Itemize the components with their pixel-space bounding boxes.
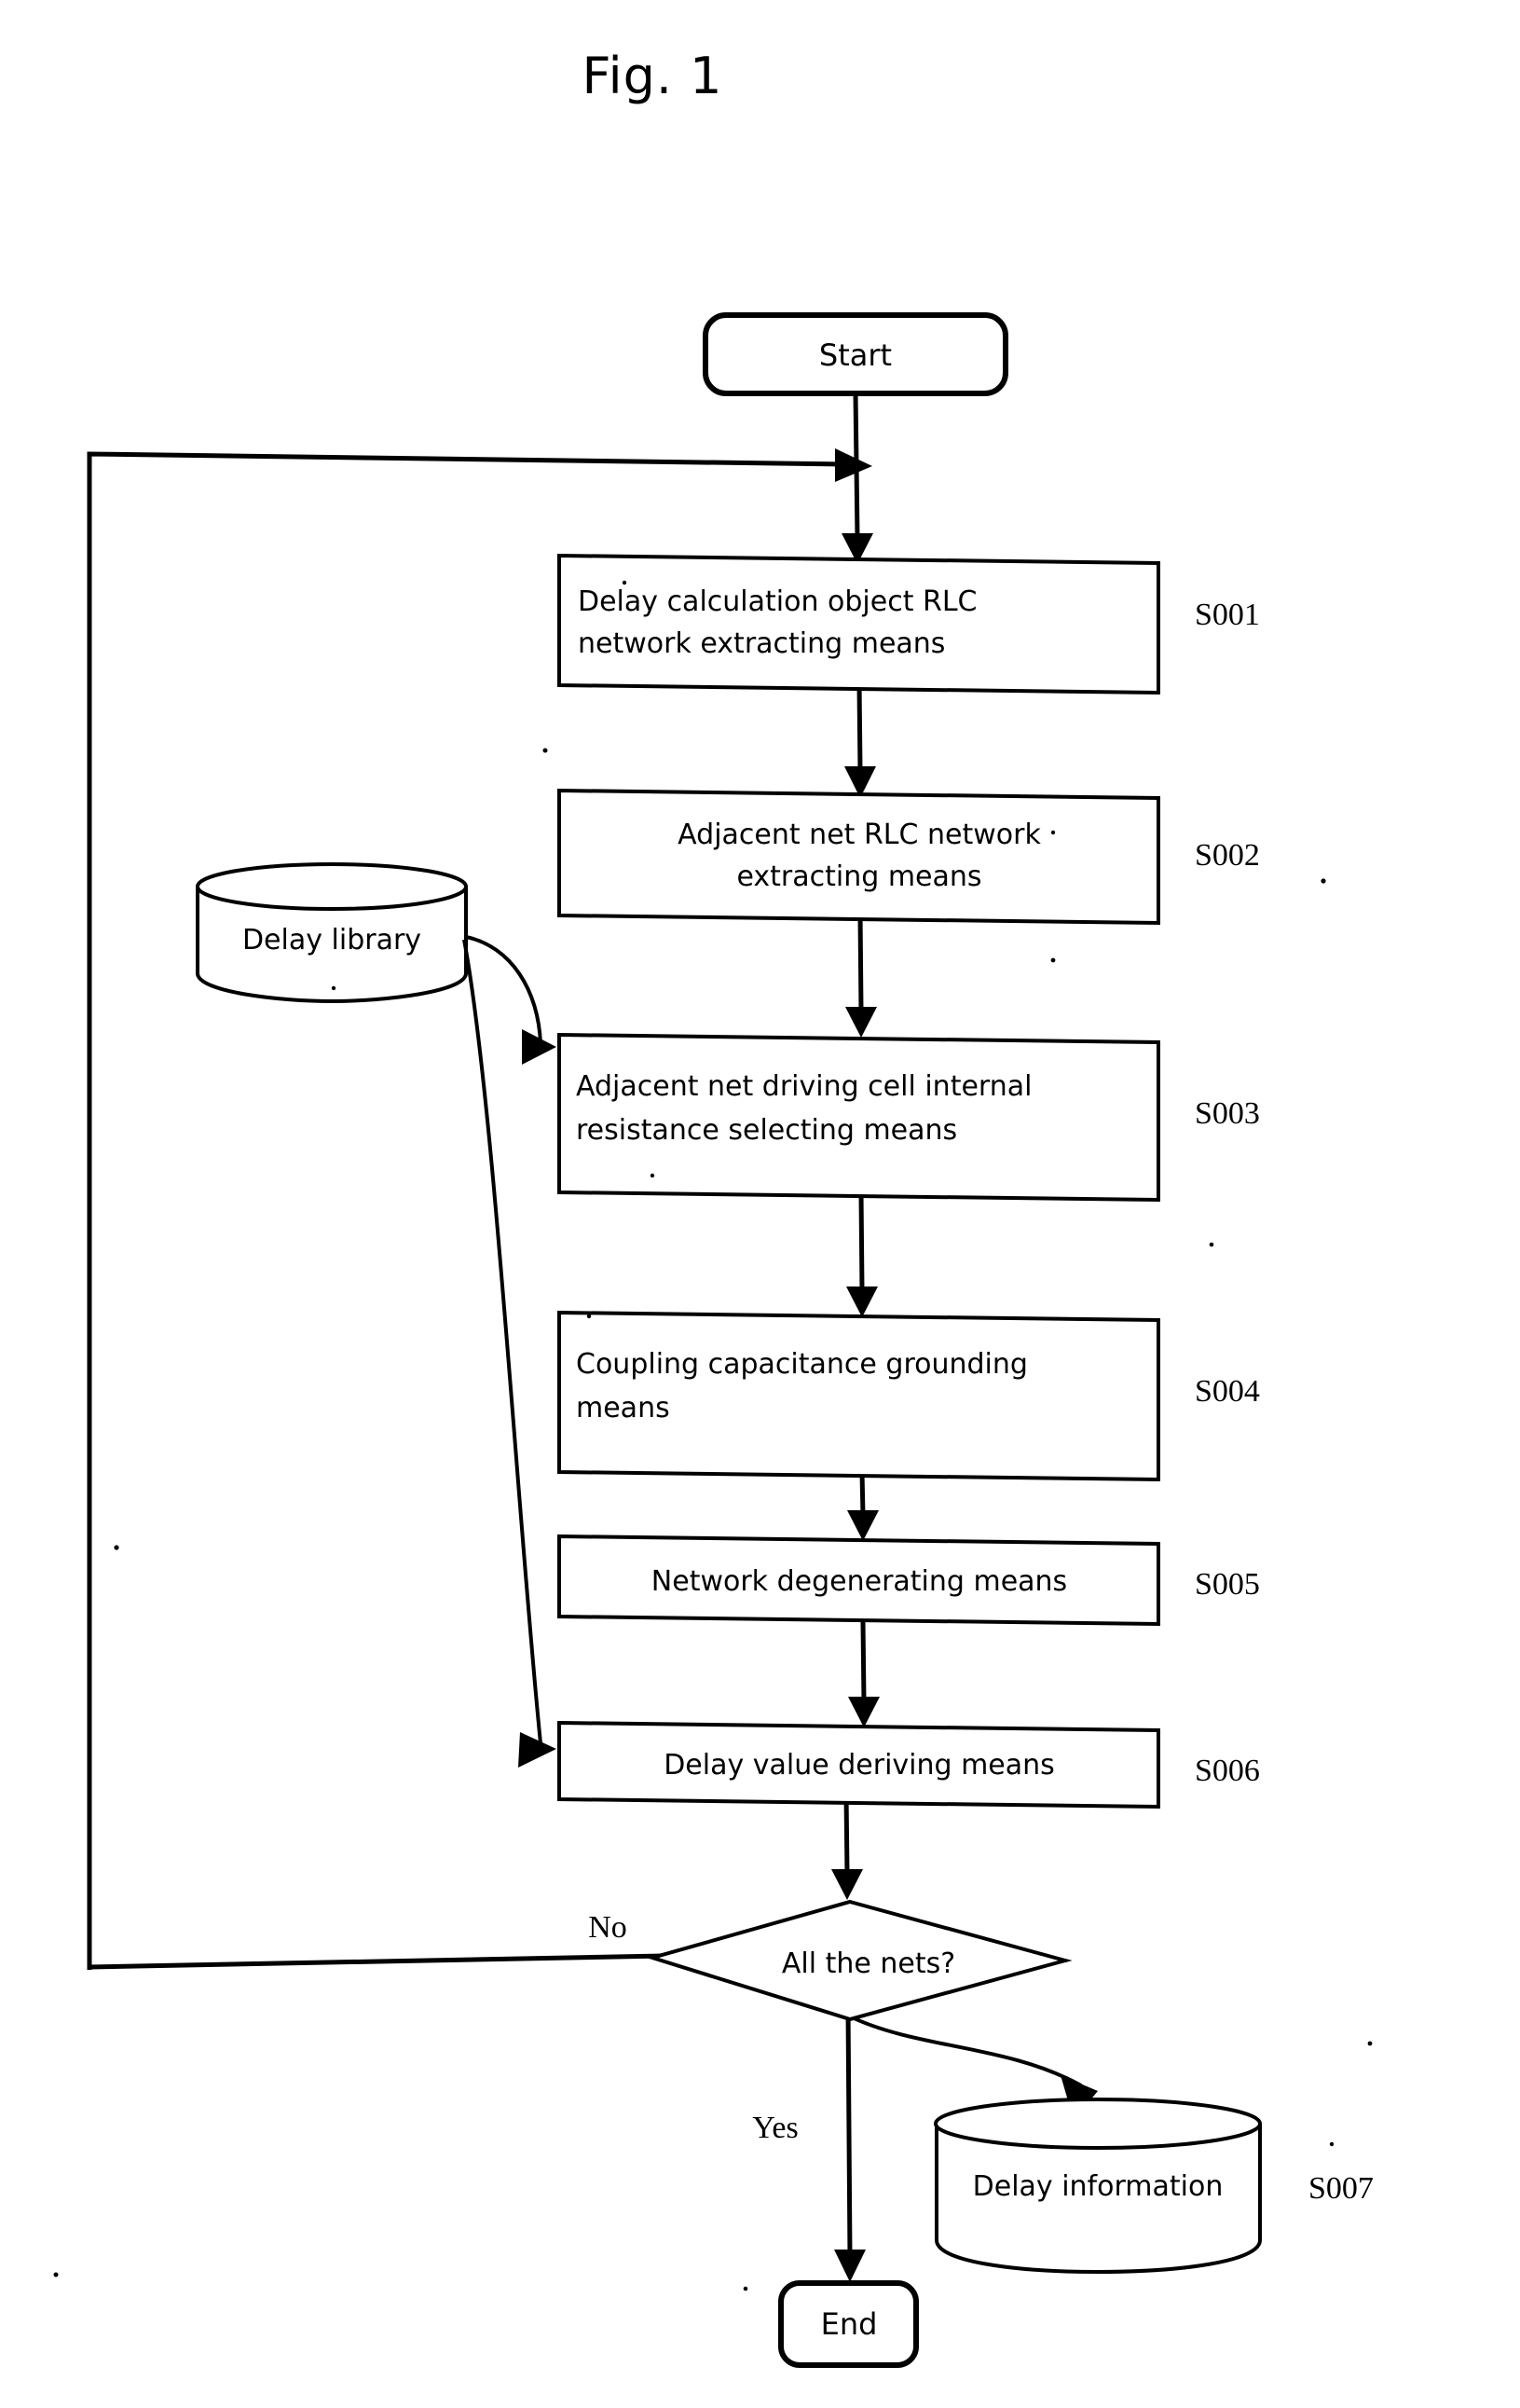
connector-decision-yes — [834, 2008, 866, 2282]
connector-s002-to-s003 — [845, 913, 877, 1038]
s003-step-label: S003 — [1195, 1096, 1260, 1131]
s007-label: Delay information — [973, 2170, 1224, 2203]
node-s006: Delay value deriving means S006 — [557, 1720, 1260, 1809]
connector-library-to-s006 — [462, 939, 556, 1768]
s001-step-label: S001 — [1195, 598, 1260, 632]
s003-line2: resistance selecting means — [576, 1114, 957, 1147]
s005-step-label: S005 — [1195, 1567, 1260, 1602]
end-label: End — [821, 2306, 878, 2342]
node-start: Start — [703, 312, 1008, 396]
s005-line1: Network degenerating means — [651, 1565, 1067, 1598]
node-s004: Coupling capacitance grounding means S00… — [557, 1310, 1260, 1482]
s007-step-label: S007 — [1308, 2171, 1374, 2206]
s003-line1: Adjacent net driving cell internal — [576, 1070, 1032, 1103]
node-s003: Adjacent net driving cell internal resis… — [557, 1032, 1260, 1203]
s006-step-label: S006 — [1195, 1754, 1260, 1788]
connector-start-to-s001 — [842, 392, 873, 564]
decision-label: All the nets? — [782, 1947, 955, 1980]
s002-line1: Adjacent net RLC network — [678, 819, 1041, 851]
connector-s004-to-s005 — [847, 1472, 879, 1541]
s002-step-label: S002 — [1195, 838, 1260, 873]
node-delay-library: Delay library — [196, 862, 468, 1004]
branch-label-no: No — [588, 1910, 627, 1945]
connector-s001-to-s002 — [844, 682, 876, 798]
node-s005: Network degenerating means S005 — [557, 1534, 1260, 1627]
connector-s006-to-decision — [831, 1794, 863, 1900]
node-s002: Adjacent net RLC network extracting mean… — [557, 788, 1260, 926]
s004-line1: Coupling capacitance grounding — [576, 1348, 1028, 1381]
s002-line2: extracting means — [736, 860, 981, 893]
s001-line1: Delay calculation object RLC — [578, 585, 978, 618]
s001-line2: network extracting means — [578, 627, 945, 660]
connector-decision-no — [89, 1953, 664, 1970]
figure-title: Fig. 1 — [582, 47, 722, 105]
node-s001: Delay calculation object RLC network ext… — [557, 553, 1260, 695]
figure-container: Fig. 1 Start Delay calculation object RL… — [0, 0, 1520, 2408]
connector-s003-to-s004 — [846, 1192, 878, 1317]
node-decision: All the nets? — [645, 1899, 1073, 2022]
node-end: End — [778, 2280, 919, 2368]
start-label: Start — [819, 337, 892, 373]
node-s007-delay-information: Delay information S007 — [934, 2098, 1374, 2275]
branch-label-yes: Yes — [752, 2111, 798, 2145]
flowchart-diagram: Fig. 1 Start Delay calculation object RL… — [53, 47, 1374, 2368]
delay-library-label: Delay library — [242, 924, 421, 956]
s004-line2: means — [576, 1392, 670, 1424]
s004-step-label: S004 — [1195, 1374, 1260, 1409]
connector-s005-to-s006 — [848, 1621, 880, 1727]
s006-line1: Delay value deriving means — [664, 1749, 1055, 1782]
